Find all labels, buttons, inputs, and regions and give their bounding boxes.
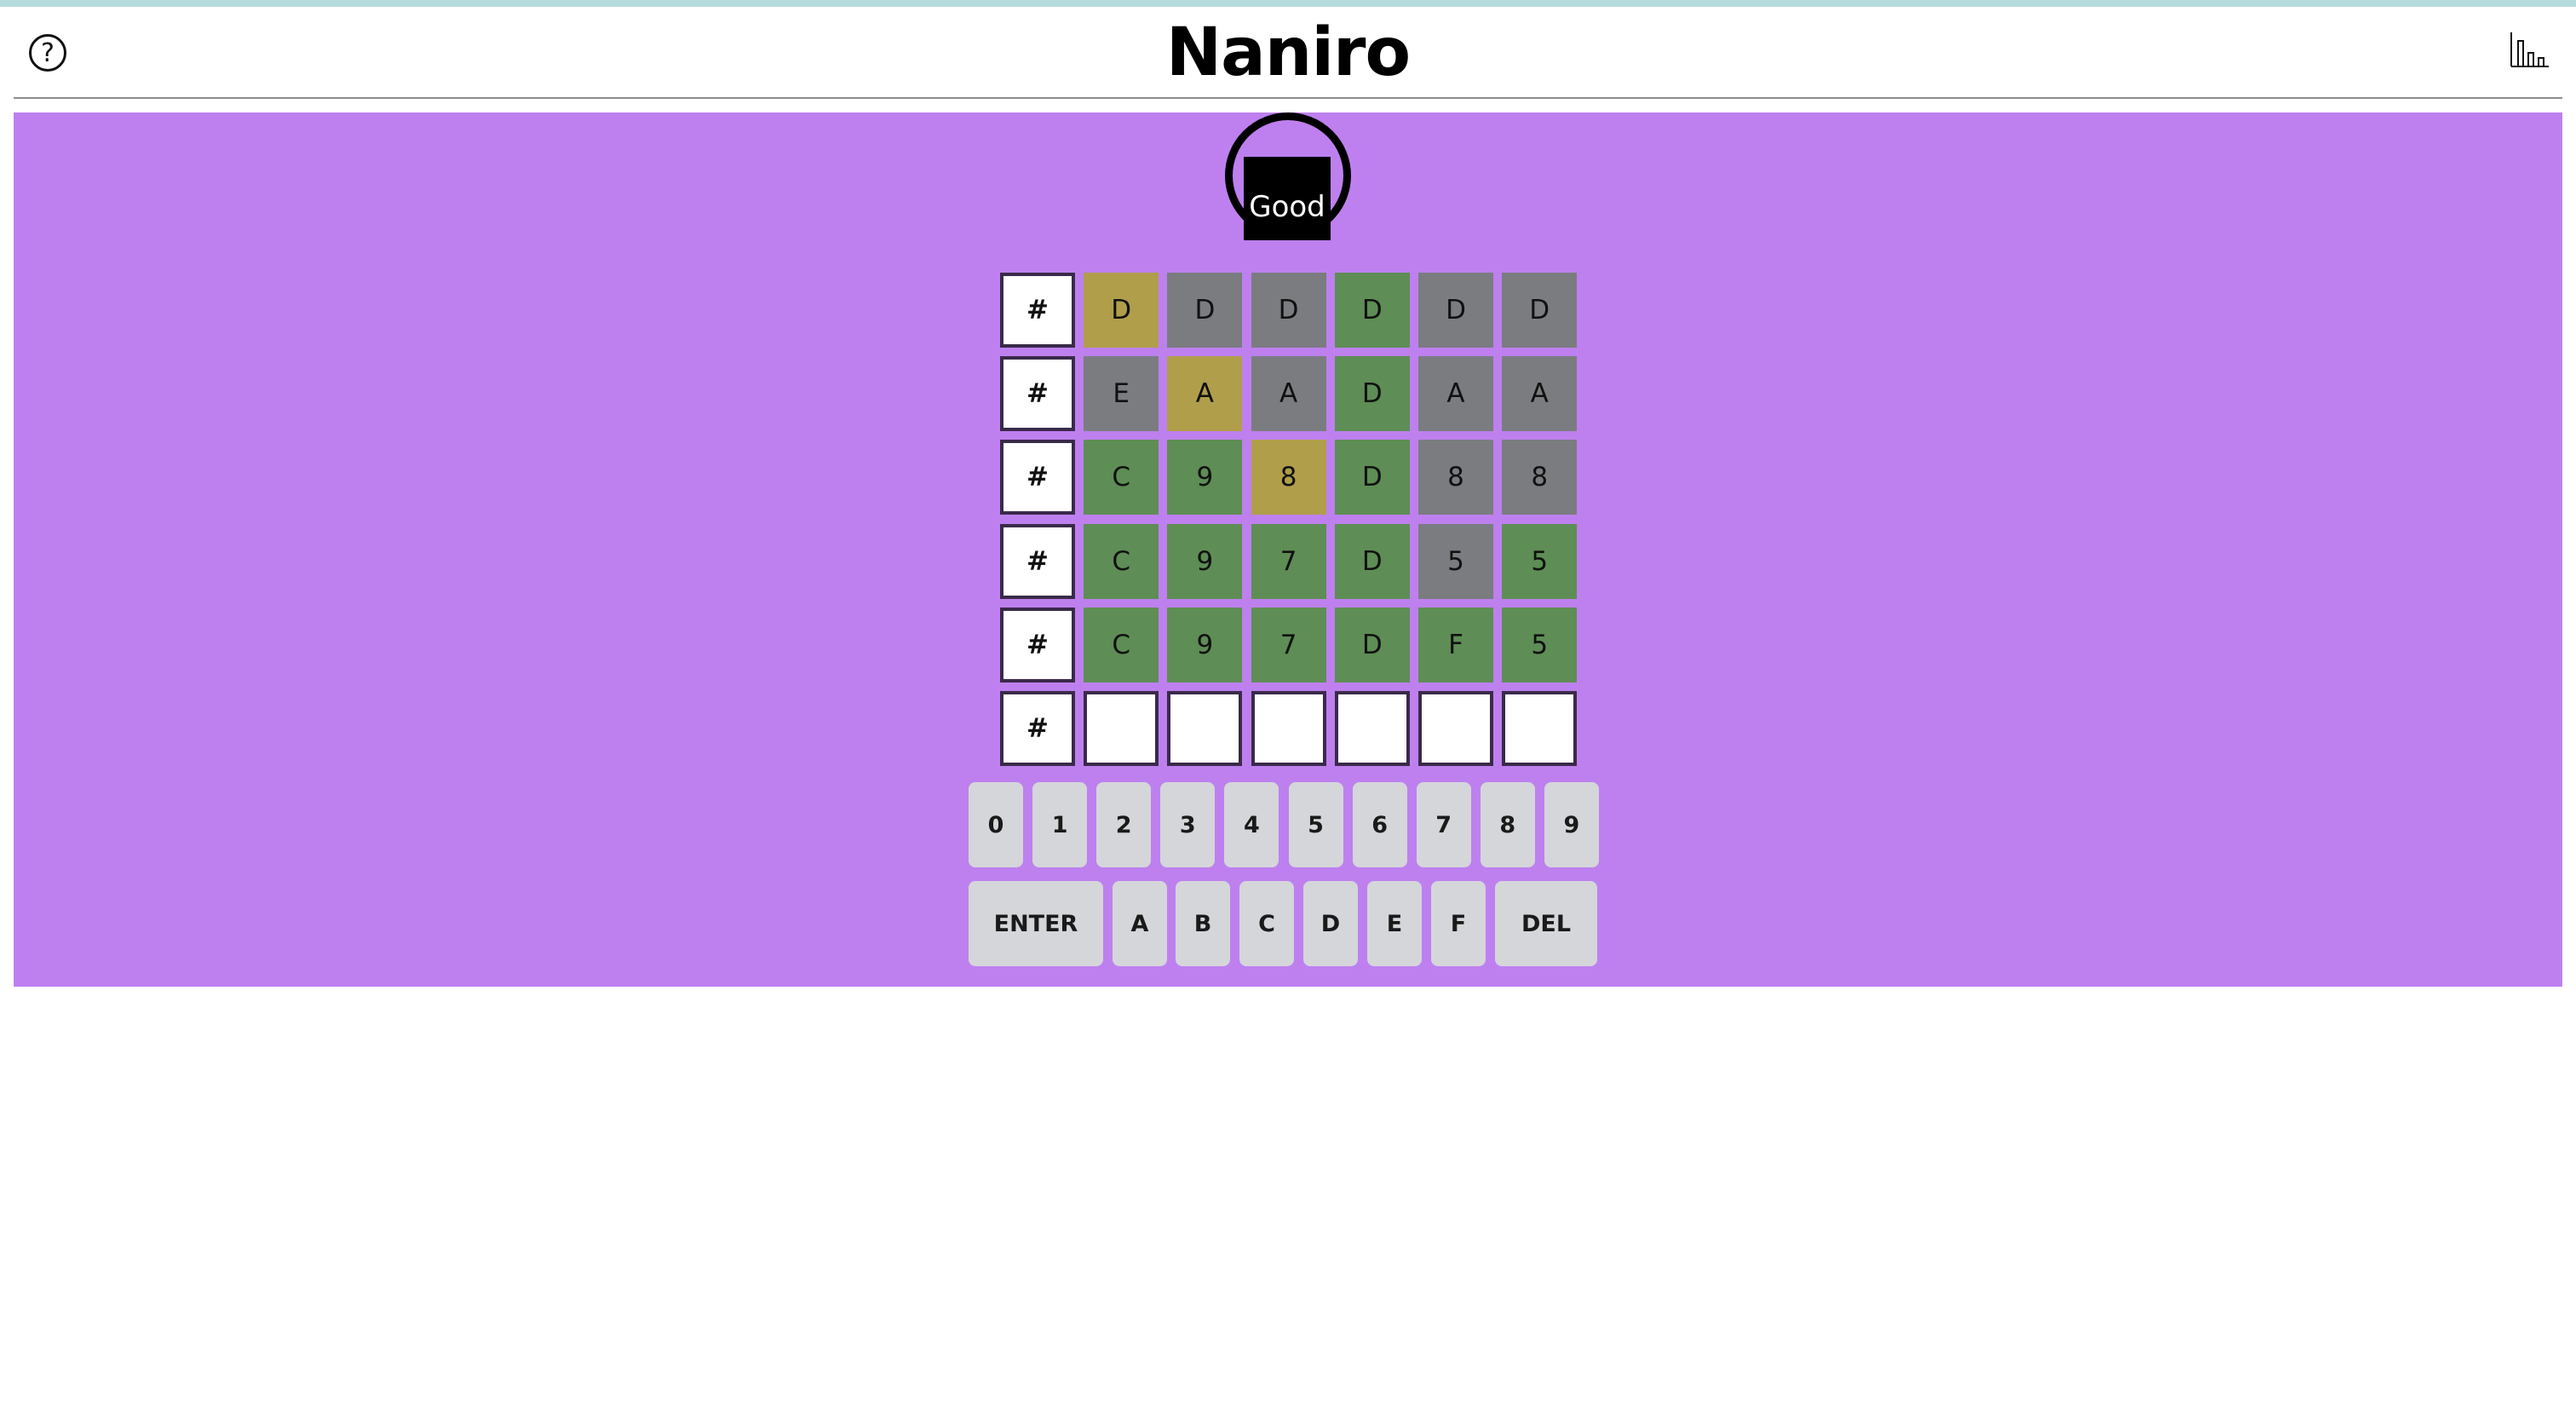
key-D[interactable]: D xyxy=(1303,881,1358,966)
key-F[interactable]: F xyxy=(1431,881,1486,966)
row-marker: # xyxy=(1000,356,1075,432)
key-4[interactable]: 4 xyxy=(1224,782,1279,867)
tile-absent: D xyxy=(1502,273,1578,348)
key-0[interactable]: 0 xyxy=(969,782,1023,867)
app-title: Naniro xyxy=(1165,14,1411,91)
tile-empty xyxy=(1418,691,1493,766)
tile-absent: A xyxy=(1418,356,1493,432)
tile-absent: 8 xyxy=(1502,440,1578,515)
tile-correct: F xyxy=(1418,607,1493,682)
tile-correct: D xyxy=(1334,273,1410,348)
tile-correct: 9 xyxy=(1167,607,1243,682)
key-3[interactable]: 3 xyxy=(1160,782,1216,867)
tile-correct: C xyxy=(1084,523,1159,599)
tile-correct: 9 xyxy=(1167,523,1243,599)
tile-absent: D xyxy=(1251,273,1326,348)
row-marker: # xyxy=(1000,691,1075,766)
enter-key[interactable]: ENTER xyxy=(969,881,1103,966)
top-accent-strip xyxy=(0,0,2576,7)
tile-absent: D xyxy=(1418,273,1493,348)
tile-correct: 5 xyxy=(1502,523,1578,599)
tile-empty xyxy=(1334,691,1410,766)
tile-absent: 8 xyxy=(1418,440,1493,515)
key-6[interactable]: 6 xyxy=(1352,782,1407,867)
tile-correct: 5 xyxy=(1502,607,1578,682)
bar-chart-icon xyxy=(2510,32,2549,67)
tile-empty xyxy=(1251,691,1326,766)
tile-present: 8 xyxy=(1251,440,1326,515)
key-E[interactable]: E xyxy=(1367,881,1422,966)
tile-absent: A xyxy=(1502,356,1578,432)
tile-empty xyxy=(1084,691,1159,766)
tile-absent: 5 xyxy=(1418,523,1493,599)
tile-correct: D xyxy=(1334,607,1410,682)
tile-correct: D xyxy=(1334,356,1410,432)
header-divider xyxy=(14,97,2562,99)
tile-absent: A xyxy=(1251,356,1326,432)
stats-button[interactable] xyxy=(2508,29,2552,72)
row-marker: # xyxy=(1000,273,1075,348)
tile-absent: D xyxy=(1167,273,1243,348)
key-2[interactable]: 2 xyxy=(1096,782,1152,867)
tile-present: A xyxy=(1167,356,1243,432)
tile-empty xyxy=(1167,691,1243,766)
row-marker: # xyxy=(1000,607,1075,682)
key-5[interactable]: 5 xyxy=(1288,782,1343,867)
key-C[interactable]: C xyxy=(1239,881,1294,966)
feedback-badge: Good xyxy=(1244,157,1331,240)
key-1[interactable]: 1 xyxy=(1032,782,1088,867)
row-marker: # xyxy=(1000,523,1075,599)
delete-key[interactable]: DEL xyxy=(1495,881,1597,966)
tile-correct: 9 xyxy=(1167,440,1243,515)
tile-correct: 7 xyxy=(1251,607,1326,682)
row-marker: # xyxy=(1000,440,1075,515)
key-9[interactable]: 9 xyxy=(1544,782,1599,867)
key-A[interactable]: A xyxy=(1113,881,1167,966)
tile-correct: C xyxy=(1084,440,1159,515)
tile-correct: D xyxy=(1334,523,1410,599)
tile-empty xyxy=(1502,691,1578,766)
tile-absent: E xyxy=(1084,356,1159,432)
key-8[interactable]: 8 xyxy=(1480,782,1535,867)
tile-correct: 7 xyxy=(1251,523,1326,599)
key-7[interactable]: 7 xyxy=(1416,782,1471,867)
key-B[interactable]: B xyxy=(1176,881,1230,966)
tile-correct: C xyxy=(1084,607,1159,682)
tile-present: D xyxy=(1084,273,1159,348)
tile-correct: D xyxy=(1334,440,1410,515)
